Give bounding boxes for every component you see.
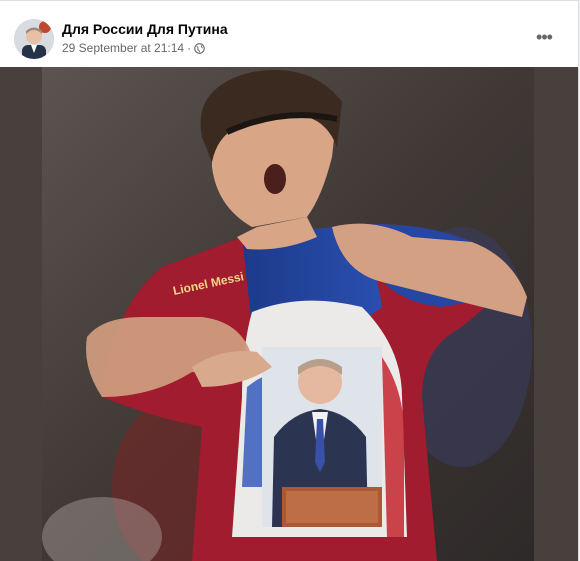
post-author[interactable]: Для России Для Путина [62,21,228,37]
more-options-button[interactable]: ••• [530,23,558,51]
post-photo: Lionel Messi [42,67,534,561]
profile-avatar[interactable] [14,19,54,59]
globe-icon [194,42,205,54]
post-timestamp[interactable]: 29 September at 21:14 [62,41,184,55]
feed-post: Для России Для Путина 29 September at 21… [0,0,579,561]
more-options-icon: ••• [536,26,553,47]
meta-separator: · [187,41,192,55]
post-header: Для России Для Путина 29 September at 21… [0,1,578,67]
post-meta: 29 September at 21:14 · [62,41,205,55]
post-media[interactable]: Lionel Messi [0,67,578,561]
avatar-image [14,19,54,59]
